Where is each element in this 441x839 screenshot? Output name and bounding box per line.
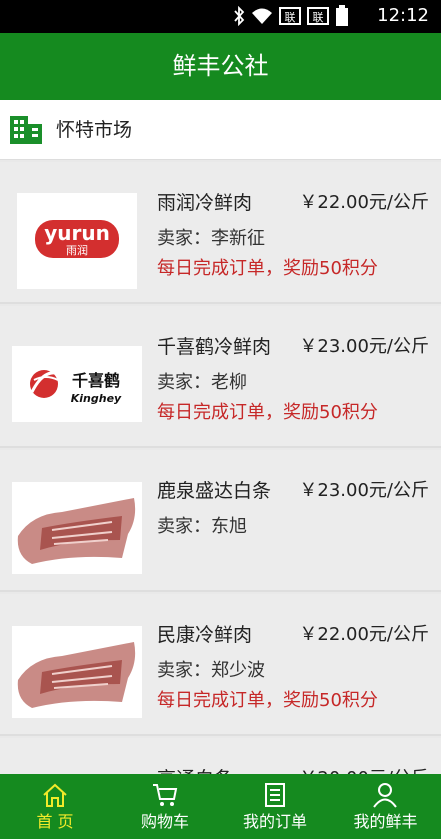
yurun-logo-subtext: 雨润 xyxy=(66,243,88,257)
tab-label: 购物车 xyxy=(140,812,189,831)
svg-text:联: 联 xyxy=(285,11,296,24)
cart-icon xyxy=(153,784,178,806)
product-price: ￥22.00元/公斤 xyxy=(299,192,429,213)
kinghey-logo-image: 千喜鹤 Kinghey xyxy=(12,346,142,422)
status-icons: 联 联 xyxy=(233,5,349,26)
yurun-logo-image: yurun 雨润 xyxy=(17,193,137,289)
status-bar: 联 联 12:12 xyxy=(0,0,441,33)
orders-icon xyxy=(265,783,285,807)
market-header[interactable]: 怀特市场 xyxy=(0,100,441,160)
product-seller: 卖家：李新征 xyxy=(157,228,265,249)
product-name: 民康冷鲜肉 xyxy=(157,624,253,646)
product-price: ￥22.00元/公斤 xyxy=(299,624,429,645)
product-item[interactable]: yurun 雨润 雨润冷鲜肉 ￥22.00元/公斤 卖家：李新征 每日完成订单，… xyxy=(0,162,441,304)
building-icon xyxy=(10,116,42,144)
svg-text:联: 联 xyxy=(313,11,324,24)
tab-label: 首 页 xyxy=(36,812,74,831)
kinghey-logo-text: 千喜鹤 xyxy=(72,371,120,390)
pork-carcass-image xyxy=(12,482,142,574)
pork-carcass-image xyxy=(12,626,142,718)
product-item[interactable]: 民康冷鲜肉 ￥22.00元/公斤 卖家：郑少波 每日完成订单，奖励50积分 xyxy=(0,594,441,736)
wifi-icon xyxy=(252,8,272,24)
product-name: 千喜鹤冷鲜肉 xyxy=(157,336,272,358)
tab-label: 我的订单 xyxy=(242,812,307,831)
product-name: 雨润冷鲜肉 xyxy=(157,192,253,214)
product-price: ￥20.00元/公斤 xyxy=(299,766,429,774)
bluetooth-icon xyxy=(234,6,245,26)
product-item[interactable]: 高通白条 ￥20.00元/公斤 xyxy=(0,738,441,774)
product-seller: 卖家：东旭 xyxy=(157,516,247,537)
product-name: 高通白条 xyxy=(157,766,233,774)
tab-label: 我的鲜丰 xyxy=(353,812,418,831)
product-promo: 每日完成订单，奖励50积分 xyxy=(157,402,378,423)
clock: 12:12 xyxy=(377,5,429,26)
tab-cart[interactable]: 购物车 xyxy=(110,774,220,839)
tab-orders[interactable]: 我的订单 xyxy=(220,774,330,839)
sim2-icon: 联 xyxy=(307,7,329,25)
product-price: ￥23.00元/公斤 xyxy=(299,336,429,357)
product-item[interactable]: 千喜鹤 Kinghey 千喜鹤冷鲜肉 ￥23.00元/公斤 卖家：老柳 每日完成… xyxy=(0,306,441,448)
yurun-logo-text: yurun xyxy=(44,221,110,245)
kinghey-logo-subtext: Kinghey xyxy=(71,392,122,405)
product-promo: 每日完成订单，奖励50积分 xyxy=(157,258,378,279)
tab-home[interactable]: 首 页 xyxy=(0,774,110,839)
profile-icon xyxy=(373,783,397,808)
sim1-icon: 联 xyxy=(279,7,301,25)
page-title: 鲜丰公社 xyxy=(172,52,269,80)
product-seller: 卖家：老柳 xyxy=(157,372,247,393)
home-icon xyxy=(43,783,67,807)
bottom-tab-bar: 首 页 购物车 我的订单 我的鲜丰 xyxy=(0,774,441,839)
market-name: 怀特市场 xyxy=(56,119,133,141)
app-bar: 鲜丰公社 xyxy=(0,33,441,100)
product-name: 鹿泉盛达白条 xyxy=(157,480,272,502)
tab-profile[interactable]: 我的鲜丰 xyxy=(330,774,441,839)
battery-icon xyxy=(336,5,348,26)
product-item[interactable]: 鹿泉盛达白条 ￥23.00元/公斤 卖家：东旭 xyxy=(0,450,441,592)
product-promo: 每日完成订单，奖励50积分 xyxy=(157,690,378,711)
product-seller: 卖家：郑少波 xyxy=(157,660,265,681)
product-price: ￥23.00元/公斤 xyxy=(299,480,429,501)
product-list[interactable]: yurun 雨润 雨润冷鲜肉 ￥22.00元/公斤 卖家：李新征 每日完成订单，… xyxy=(0,162,441,774)
